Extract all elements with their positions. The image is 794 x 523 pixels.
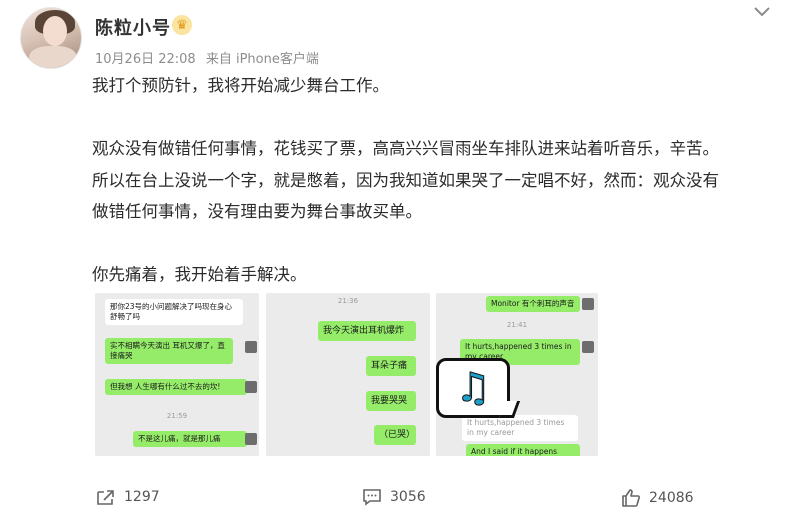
chat-avatar: [245, 433, 257, 445]
chat-bubble: 实不相瞒今天演出 耳机又爆了，直接痛哭: [105, 338, 233, 364]
chat-avatar: [582, 341, 594, 353]
comment-count: 3056: [390, 489, 426, 505]
chat-avatar: [245, 341, 257, 353]
username[interactable]: 陈粒小号: [95, 14, 171, 40]
post-paragraph: 观众没有做错任何事情，花钱买了票，高高兴兴冒雨坐车排队进来站着听音乐，辛苦。: [92, 139, 719, 158]
post-paragraph: 你先痛着，我开始着手解决。: [92, 265, 307, 284]
comment-button[interactable]: 3056: [362, 488, 426, 506]
post-paragraph: 做错任何事情，没有理由要为舞台事故买单。: [92, 202, 422, 221]
chat-bubble: （已哭）: [374, 425, 416, 445]
post-date[interactable]: 10月26日 22:08: [95, 52, 196, 67]
post-image-1[interactable]: 那你23号的小问题解决了吗现在身心舒畅了吗 实不相瞒今天演出 耳机又爆了，直接痛…: [95, 293, 259, 456]
post-paragraph: 我打个预防针，我将开始减少舞台工作。: [92, 76, 389, 95]
chat-avatar: [245, 381, 257, 393]
chat-timestamp: 21:41: [506, 321, 528, 329]
chat-bubble: Monitor 有个刺耳的声音: [486, 296, 580, 312]
chat-avatar: [582, 298, 594, 310]
chat-bubble: 耳朵子痛: [366, 356, 416, 376]
like-count: 24086: [649, 490, 694, 506]
chevron-down-icon[interactable]: [751, 2, 773, 22]
chat-bubble: 那你23号的小问题解决了吗现在身心舒畅了吗: [105, 299, 243, 325]
chat-timestamp: 21:36: [337, 297, 359, 305]
avatar-face: [43, 16, 67, 46]
chat-timestamp: 21:59: [166, 412, 188, 420]
repost-button[interactable]: 1297: [96, 488, 160, 506]
chat-bubble: It hurts,happened 3 times in my career: [462, 415, 578, 441]
music-note-icon: ♫: [436, 358, 521, 418]
crown-icon: ♛: [172, 15, 192, 35]
avatar[interactable]: [20, 7, 82, 69]
comment-icon: [363, 489, 381, 506]
like-button[interactable]: 24086: [621, 488, 694, 508]
post-source: 来自 iPhone客户端: [205, 52, 319, 67]
post-meta: 10月26日 22:08 来自 iPhone客户端: [95, 48, 325, 67]
action-bar: 1297 3056 24086: [0, 480, 794, 520]
post-blank-line: [92, 102, 772, 134]
chat-bubble: 但我想 人生哪有什么过不去的坎!: [105, 379, 247, 395]
thumbs-up-icon: [622, 489, 640, 507]
post-text: 我打个预防针，我将开始减少舞台工作。 观众没有做错任何事情，花钱买了票，高高兴兴…: [92, 70, 772, 291]
repost-icon: [97, 490, 114, 505]
avatar-body: [29, 46, 77, 68]
post-blank-line: [92, 228, 772, 260]
chat-bubble: And I said if it happens again I: [466, 444, 580, 456]
repost-count: 1297: [124, 489, 160, 505]
post-paragraph: 所以在台上没说一个字，就是憋着，因为我知道如果哭了一定唱不好，然而：观众没有: [92, 170, 719, 190]
post-image-2[interactable]: 21:36 我今天演出耳机爆炸 耳朵子痛 我要哭哭 （已哭）: [266, 293, 430, 456]
chat-bubble: 不是这儿痛，就是那儿痛: [133, 431, 247, 447]
chat-bubble: 我要哭哭: [366, 391, 416, 411]
chat-bubble: 我今天演出耳机爆炸: [318, 321, 416, 341]
